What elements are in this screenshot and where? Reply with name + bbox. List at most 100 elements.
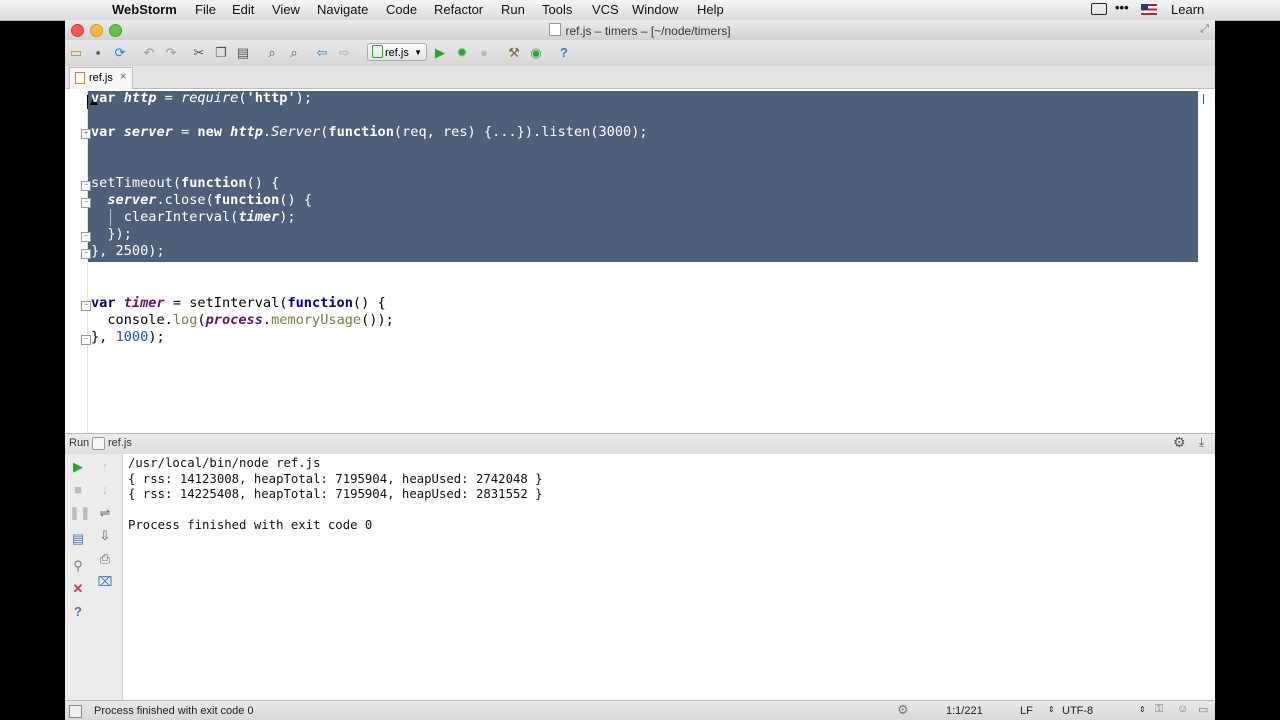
save-icon[interactable]: ▪ bbox=[89, 44, 107, 62]
menu-tools[interactable]: Tools bbox=[542, 2, 572, 17]
settings-icon[interactable]: ⚒ bbox=[505, 44, 523, 62]
code-text: }); bbox=[107, 226, 132, 242]
menu-run[interactable]: Run bbox=[501, 2, 525, 17]
down-arrow-icon[interactable]: ↓ bbox=[96, 481, 114, 499]
keyword: function bbox=[328, 124, 394, 140]
keyword: var bbox=[91, 90, 116, 106]
lock-icon[interactable]: ⚿ bbox=[1155, 703, 1163, 716]
fold-icon[interactable]: − bbox=[81, 301, 91, 311]
fold-icon[interactable]: − bbox=[81, 181, 91, 191]
code-line-10: }, 1000); bbox=[91, 329, 165, 346]
console-output[interactable]: /usr/local/bin/node ref.js { rss: 141230… bbox=[123, 454, 1215, 700]
number-literal: 1000 bbox=[115, 329, 149, 345]
punct: ( bbox=[238, 90, 247, 106]
pin-icon[interactable]: ⚲ bbox=[69, 557, 87, 575]
more-icon[interactable]: ••• bbox=[1115, 0, 1129, 15]
window-title: ref.js – timers – [~/node/timers] bbox=[65, 23, 1215, 38]
help-icon[interactable]: ? bbox=[69, 603, 87, 621]
class-name: Server bbox=[271, 124, 321, 140]
menu-navigate[interactable]: Navigate bbox=[317, 2, 368, 17]
code-line-3: setTimeout(function() { bbox=[91, 175, 279, 192]
file-icon bbox=[549, 23, 562, 36]
debug-icon[interactable]: ✹ bbox=[453, 44, 471, 62]
keyword: function bbox=[181, 175, 247, 191]
structure-icon[interactable]: ◉ bbox=[527, 44, 545, 62]
encoding[interactable]: UTF-8 bbox=[1062, 705, 1093, 717]
up-arrow-icon[interactable]: ↑ bbox=[96, 458, 114, 476]
menu-refactor[interactable]: Refactor bbox=[434, 2, 483, 17]
display-icon[interactable] bbox=[1091, 3, 1107, 15]
inspector-icon[interactable]: ☺ bbox=[1177, 703, 1188, 715]
soft-wrap-icon[interactable]: ⇌ bbox=[96, 504, 114, 522]
fold-icon[interactable]: − bbox=[81, 335, 91, 345]
fullscreen-icon[interactable]: ⤢ bbox=[1200, 23, 1209, 36]
function-name: require bbox=[181, 90, 239, 106]
code-editor[interactable]: ▲ + − − − − − − var http = require('http… bbox=[65, 89, 1215, 433]
undo-icon[interactable]: ↶ bbox=[140, 44, 158, 62]
code-text: = setInterval( bbox=[164, 295, 288, 311]
menu-view[interactable]: View bbox=[272, 2, 300, 17]
menu-help[interactable]: Help bbox=[697, 2, 724, 17]
close-icon[interactable]: ✕ bbox=[69, 580, 87, 598]
function-call: clearInterval( bbox=[123, 209, 239, 225]
open-folder-icon[interactable]: ▭ bbox=[67, 44, 85, 62]
menu-code[interactable]: Code bbox=[386, 2, 417, 17]
find-icon[interactable]: ⌕ bbox=[263, 44, 281, 62]
code-line-6: }); bbox=[91, 226, 132, 243]
line-separator[interactable]: LF bbox=[1020, 705, 1033, 717]
code-text: .close( bbox=[156, 192, 214, 208]
rerun-icon[interactable]: ▶ bbox=[69, 458, 87, 476]
replace-icon[interactable]: ⌕ bbox=[285, 44, 303, 62]
copy-icon[interactable]: ❐ bbox=[212, 44, 230, 62]
back-icon[interactable]: ⇦ bbox=[313, 44, 331, 62]
trash-icon[interactable]: ⌧ bbox=[96, 573, 114, 591]
menu-file[interactable]: File bbox=[195, 2, 216, 17]
gear-icon[interactable]: ⚙ bbox=[1173, 434, 1186, 451]
redo-icon[interactable]: ↷ bbox=[162, 44, 180, 62]
learn-menu[interactable]: Learn bbox=[1171, 2, 1204, 17]
keyword: var bbox=[91, 295, 116, 311]
scroll-end-icon[interactable]: ⇩ bbox=[96, 527, 114, 545]
fold-icon[interactable]: + bbox=[81, 129, 91, 139]
paste-icon[interactable]: ▤ bbox=[234, 44, 252, 62]
ide-window: ref.js – timers – [~/node/timers] ⤢ ▭ ▪ … bbox=[65, 20, 1215, 720]
fold-icon[interactable]: − bbox=[81, 232, 91, 242]
hide-panel-icon[interactable]: ⤓ bbox=[1199, 435, 1204, 450]
keyword: function bbox=[213, 192, 280, 208]
run-icon[interactable]: ▶ bbox=[431, 44, 449, 62]
fold-icon[interactable]: − bbox=[81, 249, 91, 259]
caret-position[interactable]: 1:1/221 bbox=[946, 705, 983, 717]
console-line: { rss: 14123008, heapTotal: 7195904, hea… bbox=[128, 472, 543, 486]
tab-ref-js[interactable]: ref.js × bbox=[69, 67, 133, 89]
tab-close-icon[interactable]: × bbox=[120, 71, 126, 83]
window-title-text: ref.js – timers – [~/node/timers] bbox=[565, 24, 731, 38]
fold-icon[interactable]: − bbox=[81, 198, 91, 208]
punct: ); bbox=[295, 90, 313, 106]
flag-icon[interactable] bbox=[1141, 4, 1157, 15]
help-icon[interactable]: ? bbox=[555, 44, 573, 62]
operator: = bbox=[172, 124, 198, 140]
chevron-updown-icon: ⇕ bbox=[1048, 705, 1055, 714]
cut-icon[interactable]: ✂ bbox=[190, 44, 208, 62]
menu-vcs[interactable]: VCS bbox=[592, 2, 619, 17]
chevron-updown-icon: ⇕ bbox=[1139, 705, 1146, 714]
code-line-2: var server = new http.Server(function(re… bbox=[91, 124, 648, 141]
toggle-panels-icon[interactable] bbox=[69, 705, 82, 718]
layout-icon[interactable]: ▤ bbox=[69, 530, 87, 548]
stop-icon[interactable]: ● bbox=[475, 44, 493, 62]
menu-edit[interactable]: Edit bbox=[232, 2, 254, 17]
editor-scrollbar[interactable] bbox=[1204, 89, 1215, 433]
print-icon[interactable]: ⎙ bbox=[96, 550, 114, 568]
run-config-tab[interactable]: ref.js bbox=[108, 437, 132, 449]
menu-window[interactable]: Window bbox=[632, 2, 678, 17]
run-config-select[interactable]: ref.js ▼ bbox=[367, 43, 427, 61]
forward-icon[interactable]: ⇨ bbox=[335, 44, 353, 62]
status-message: Process finished with exit code 0 bbox=[94, 705, 254, 717]
sync-icon[interactable]: ⟳ bbox=[111, 44, 129, 62]
code-line-8: var timer = setInterval(function() { bbox=[91, 295, 386, 312]
pause-icon[interactable]: ❚❚ bbox=[69, 504, 91, 522]
stop-icon[interactable]: ■ bbox=[69, 481, 87, 499]
app-menu[interactable]: WebStorm bbox=[112, 2, 177, 17]
tab-label: ref.js bbox=[89, 72, 113, 84]
event-log-icon[interactable]: ▭ bbox=[1198, 703, 1208, 716]
